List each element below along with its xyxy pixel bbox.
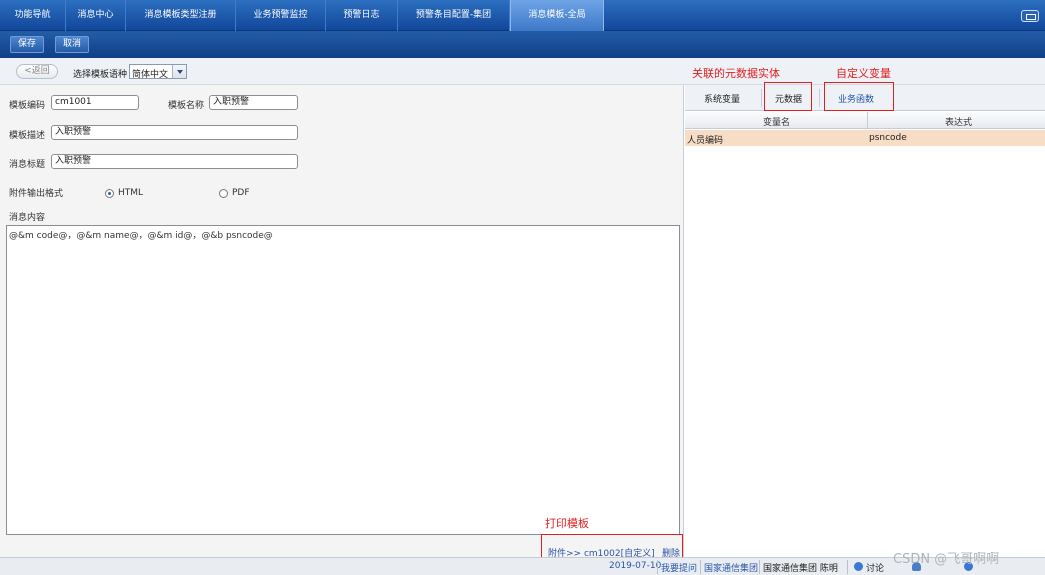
message-content-textarea[interactable]: @&m code@，@&m name@，@&m id@，@&b psncode@ — [6, 225, 680, 535]
column-variable-name[interactable]: 变量名 — [763, 115, 790, 128]
tab-template-type-register[interactable]: 消息模板类型注册 — [126, 0, 236, 31]
watermark: CSDN @飞哥啊啊 — [893, 552, 1000, 567]
chevron-down-icon[interactable] — [172, 65, 186, 78]
annotation-metadata-entity: 关联的元数据实体 — [692, 67, 780, 80]
name-input[interactable]: 入职预警 — [209, 95, 298, 110]
format-label: 附件输出格式 — [9, 189, 64, 199]
row-variable-name: 人员编码 — [687, 136, 724, 146]
top-tab-bar: 功能导航 消息中心 消息模板类型注册 业务预警监控 预警日志 预警条目配置-集团… — [0, 0, 1045, 31]
table-row[interactable]: 人员编码 psncode — [685, 130, 1045, 146]
format-pdf-label: PDF — [232, 188, 250, 198]
annotation-print-template: 打印模板 — [545, 517, 589, 530]
status-divider — [847, 560, 848, 574]
desc-input[interactable]: 入职预警 — [51, 125, 298, 140]
tab-system-variables[interactable]: 系统变量 — [704, 92, 740, 105]
discuss-icon[interactable] — [854, 562, 863, 571]
highlight-metadata-tab — [764, 82, 812, 111]
status-user[interactable]: 国家通信集团 陈明 — [763, 561, 838, 574]
code-input[interactable]: cm1001 — [51, 95, 139, 110]
status-bar: 2019-07-10 我要提问 国家通信集团 国家通信集团 陈明 讨论 — [0, 557, 1045, 575]
tab-divider — [761, 89, 762, 107]
column-divider[interactable] — [867, 112, 868, 129]
annotation-custom-variable: 自定义变量 — [836, 67, 891, 80]
language-select[interactable]: 简体中文 — [129, 64, 187, 80]
subject-label: 消息标题 — [9, 160, 46, 170]
language-select-value: 简体中文 — [132, 70, 169, 80]
variable-table-header: 变量名 表达式 — [685, 112, 1045, 129]
desc-label: 模板描述 — [9, 131, 46, 141]
status-org[interactable]: 国家通信集团 — [704, 561, 758, 574]
format-html-label: HTML — [118, 188, 144, 198]
code-label: 模板编码 — [9, 101, 46, 111]
status-divider — [759, 560, 760, 574]
tab-alert-log[interactable]: 预警日志 — [326, 0, 398, 31]
tab-divider — [819, 89, 820, 107]
column-expression[interactable]: 表达式 — [945, 115, 972, 128]
tab-message-center[interactable]: 消息中心 — [66, 0, 126, 31]
format-pdf-radio[interactable] — [219, 189, 228, 198]
tab-function-nav[interactable]: 功能导航 — [0, 0, 66, 31]
restore-window-icon[interactable] — [1021, 10, 1039, 22]
template-form-panel: 模板编码 cm1001 模板名称 入职预警 模板描述 入职预警 消息标题 入职预… — [0, 85, 684, 559]
ask-question-link[interactable]: 我要提问 — [661, 561, 697, 574]
row-expression: psncode — [869, 133, 907, 143]
language-select-label: 选择模板语种 — [73, 70, 128, 80]
variable-panel: 系统变量 元数据 业务函数 变量名 表达式 人员编码 psncode — [685, 85, 1045, 557]
highlight-business-function-tab — [824, 82, 894, 111]
cancel-button[interactable]: 取消 — [55, 36, 90, 53]
status-date: 2019-07-10 — [609, 561, 662, 571]
subject-input[interactable]: 入职预警 — [51, 154, 298, 169]
back-button[interactable]: <返回 — [16, 64, 58, 79]
discuss-link[interactable]: 讨论 — [866, 561, 884, 574]
format-html-radio[interactable] — [105, 189, 114, 198]
status-divider — [657, 560, 658, 574]
status-divider — [700, 560, 701, 574]
tab-message-template-global[interactable]: 消息模板-全局 — [510, 0, 604, 31]
tab-alert-item-config[interactable]: 预警条目配置-集团 — [398, 0, 510, 31]
save-button[interactable]: 保存 — [10, 36, 45, 53]
toolbar: 保存 取消 — [0, 31, 1045, 58]
message-content-text: @&m code@，@&m name@，@&m id@，@&b psncode@ — [9, 231, 273, 241]
content-label: 消息内容 — [9, 213, 46, 223]
tab-business-alert-monitor[interactable]: 业务预警监控 — [236, 0, 326, 31]
name-label: 模板名称 — [168, 101, 205, 111]
